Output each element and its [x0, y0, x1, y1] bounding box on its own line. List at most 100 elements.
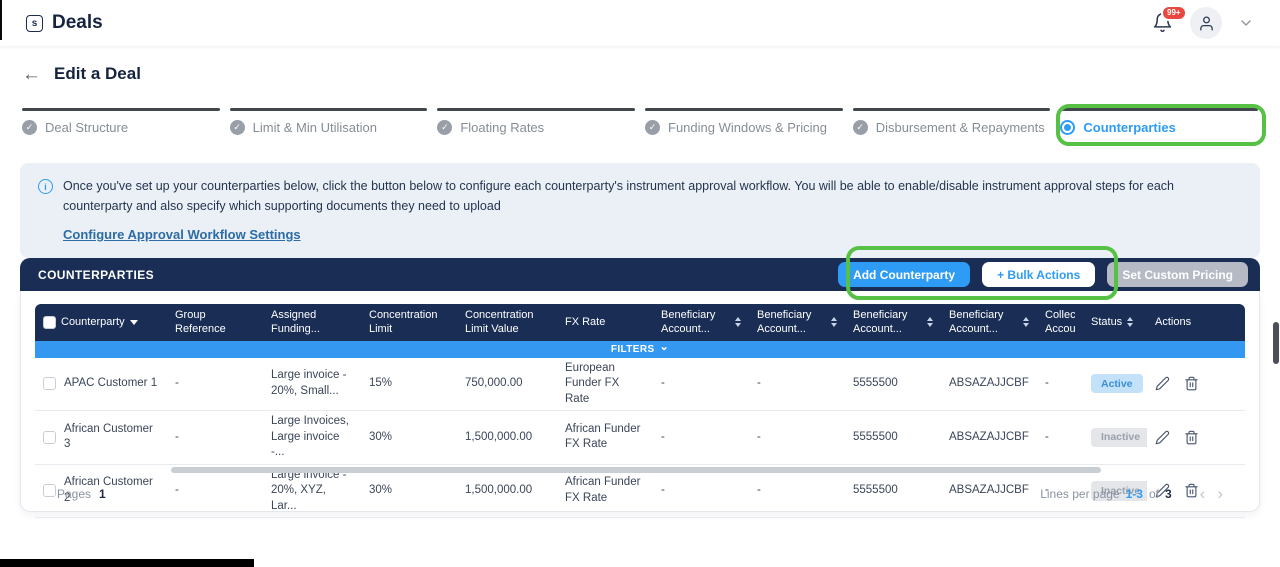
row-checkbox[interactable] [43, 377, 56, 390]
step-label: Funding Windows & Pricing [668, 120, 827, 135]
step-progress-line [22, 108, 220, 111]
lines-total: 3 [1165, 487, 1172, 501]
column-header-1-group-reference: Group Reference [167, 304, 263, 341]
edit-icon[interactable] [1155, 430, 1170, 445]
tab-disbursement-repayments[interactable]: ✓Disbursement & Repayments [853, 108, 1051, 135]
step-label: Limit & Min Utilisation [253, 120, 377, 135]
tab-counterparties[interactable]: Counterparties [1060, 108, 1258, 135]
cell-beneficiary_account_1: - [653, 411, 749, 464]
screen-edge-artifact [0, 0, 2, 40]
horizontal-scrollbar[interactable] [171, 467, 1101, 473]
cell-collection_account: - [1037, 411, 1083, 464]
cell-concentration_limit: 15% [361, 358, 457, 411]
bulk-actions-button[interactable]: + Bulk Actions [982, 262, 1095, 287]
column-header-2-assigned-funding: Assigned Funding... [263, 304, 361, 341]
prev-page-button[interactable]: ‹ [1200, 485, 1206, 502]
column-label: Group Reference [175, 308, 255, 337]
info-banner-body: Once you've set up your counterparties b… [63, 176, 1236, 244]
sort-icon [1023, 317, 1029, 327]
cell-beneficiary_account_2: - [749, 411, 845, 464]
check-circle-icon: ✓ [853, 120, 868, 135]
screen-edge-artifact [0, 559, 254, 567]
lines-per-page-label: Lines per page [1040, 487, 1119, 501]
column-label: FX Rate [565, 315, 605, 329]
sort-icon [927, 317, 933, 327]
back-button[interactable]: ← [22, 65, 41, 84]
column-label: Beneficiary Account... [661, 308, 730, 337]
cell-concentration_limit_value: 750,000.00 [457, 358, 557, 411]
pagination-bar: Pages 1 Lines per page 1-3 of 3 ‹ › [35, 485, 1245, 502]
step-progress-line [645, 108, 843, 111]
column-header-9-beneficiary-account[interactable]: Beneficiary Account... [941, 304, 1037, 341]
info-icon: i [38, 179, 53, 194]
check-circle-icon: ✓ [22, 120, 37, 135]
person-icon [1198, 15, 1215, 32]
column-label: Concentration Limit Value [465, 308, 549, 337]
pages-label: Pages [57, 487, 91, 501]
cell-beneficiary_account_4: ABSAZAJJCBF [941, 411, 1037, 464]
deals-logo-icon: s [26, 15, 43, 32]
check-circle-icon: ✓ [437, 120, 452, 135]
counterparty-name: APAC Customer 1 [64, 376, 157, 392]
column-header-5-fx-rate: FX Rate [557, 304, 653, 341]
delete-icon[interactable] [1184, 430, 1199, 445]
toolbar-actions: Add Counterparty + Bulk Actions Set Cust… [838, 262, 1248, 287]
status-badge: Inactive [1091, 428, 1147, 447]
tab-deal-structure[interactable]: ✓Deal Structure [22, 108, 220, 135]
column-header-10-collect-accour: Collect Accour [1037, 304, 1083, 341]
pages-indicator: Pages 1 [57, 487, 106, 501]
chevron-down-icon: ⌄ [660, 345, 670, 349]
column-header-8-beneficiary-account[interactable]: Beneficiary Account... [845, 304, 941, 341]
step-progress-line [437, 108, 635, 111]
add-counterparty-button[interactable]: Add Counterparty [838, 262, 970, 287]
cell-concentration_limit: 30% [361, 411, 457, 464]
topbar-actions: 99+ [1152, 7, 1254, 39]
cell-concentration_limit_value: 1,500,000.00 [457, 411, 557, 464]
counterparties-card: Counterparty Group Reference Assigned Fund… [20, 291, 1260, 512]
edit-icon[interactable] [1155, 376, 1170, 391]
next-page-button[interactable]: › [1217, 485, 1223, 502]
cell-name: APAC Customer 1 [35, 358, 167, 411]
table-header: Counterparty Group Reference Assigned Fund… [35, 304, 1245, 341]
tab-limit-min-utilisation[interactable]: ✓Limit & Min Utilisation [230, 108, 428, 135]
counterparty-name: African Customer 3 [64, 422, 159, 453]
notifications-button[interactable]: 99+ [1152, 12, 1174, 34]
step-label: Floating Rates [460, 120, 544, 135]
configure-approval-workflow-link[interactable]: Configure Approval Workflow Settings [63, 227, 301, 242]
topbar: s Deals 99+ [0, 0, 1280, 46]
info-banner-text: Once you've set up your counterparties b… [63, 176, 1236, 216]
step-progress-line [230, 108, 428, 111]
step-progress-line [1060, 108, 1258, 111]
check-circle-icon: ✓ [645, 120, 660, 135]
column-header-12-actions: Actions [1147, 304, 1245, 341]
toolbar-title: COUNTERPARTIES [38, 268, 154, 282]
of-label: of [1149, 487, 1159, 501]
cell-name: African Customer 3 [35, 411, 167, 464]
set-custom-pricing-button[interactable]: Set Custom Pricing [1107, 262, 1248, 287]
select-all-checkbox[interactable] [43, 316, 56, 329]
chevron-down-icon[interactable] [1238, 15, 1254, 31]
column-header-11-status[interactable]: Status [1083, 304, 1147, 341]
step-label: Counterparties [1083, 120, 1175, 135]
column-header-0-counterparty[interactable]: Counterparty [35, 304, 167, 341]
delete-icon[interactable] [1184, 376, 1199, 391]
tab-funding-windows-pricing[interactable]: ✓ Funding Windows & Pricing [645, 108, 843, 135]
cell-collection_account: - [1037, 358, 1083, 411]
radio-selected-icon [1060, 120, 1075, 135]
sort-icon [831, 317, 837, 327]
column-header-6-beneficiary-account[interactable]: Beneficiary Account... [653, 304, 749, 341]
column-label: Beneficiary Account... [949, 308, 1018, 337]
vertical-scrollbar[interactable] [1273, 322, 1279, 364]
cell-assigned_funding: Large invoice - 20%, Small... [263, 358, 361, 411]
cell-beneficiary_account_2: - [749, 358, 845, 411]
table-row: APAC Customer 1-Large invoice - 20%, Sma… [35, 358, 1245, 412]
user-avatar[interactable] [1190, 7, 1222, 39]
column-header-7-beneficiary-account[interactable]: Beneficiary Account... [749, 304, 845, 341]
cell-status: Active [1083, 358, 1147, 411]
filters-bar[interactable]: FILTERS ⌄ [35, 341, 1245, 358]
cell-group_reference: - [167, 358, 263, 411]
app-title: Deals [52, 12, 103, 34]
cell-group_reference: - [167, 411, 263, 464]
row-checkbox[interactable] [43, 431, 56, 444]
tab-floating-rates[interactable]: ✓ Floating Rates [437, 108, 635, 135]
